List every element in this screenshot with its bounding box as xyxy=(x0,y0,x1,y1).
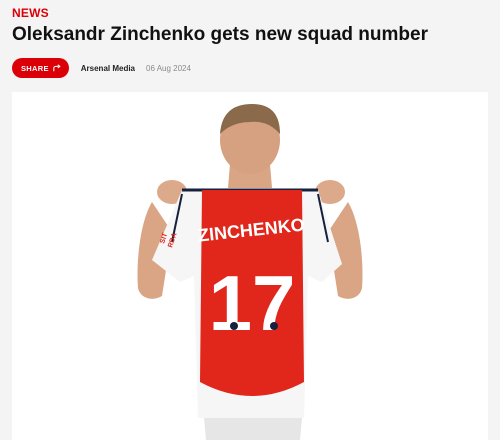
publish-date: 06 Aug 2024 xyxy=(146,63,191,73)
article-title: Oleksandr Zinchenko gets new squad numbe… xyxy=(12,24,428,45)
article-hero-image: ZINCHENKO 17 SIT RDA xyxy=(12,92,488,440)
category-label[interactable]: NEWS xyxy=(12,6,49,20)
league-badge-icon xyxy=(230,322,238,330)
article-meta: SHARE Arsenal Media 06 Aug 2024 xyxy=(12,58,191,78)
shorts xyxy=(204,418,302,440)
share-icon xyxy=(53,64,61,72)
share-button[interactable]: SHARE xyxy=(12,58,69,78)
jersey-number: 17 xyxy=(209,259,296,347)
league-badge-icon xyxy=(270,322,278,330)
author-name[interactable]: Arsenal Media xyxy=(81,64,135,73)
article-page: NEWS Oleksandr Zinchenko gets new squad … xyxy=(0,0,500,440)
share-label: SHARE xyxy=(21,63,49,73)
